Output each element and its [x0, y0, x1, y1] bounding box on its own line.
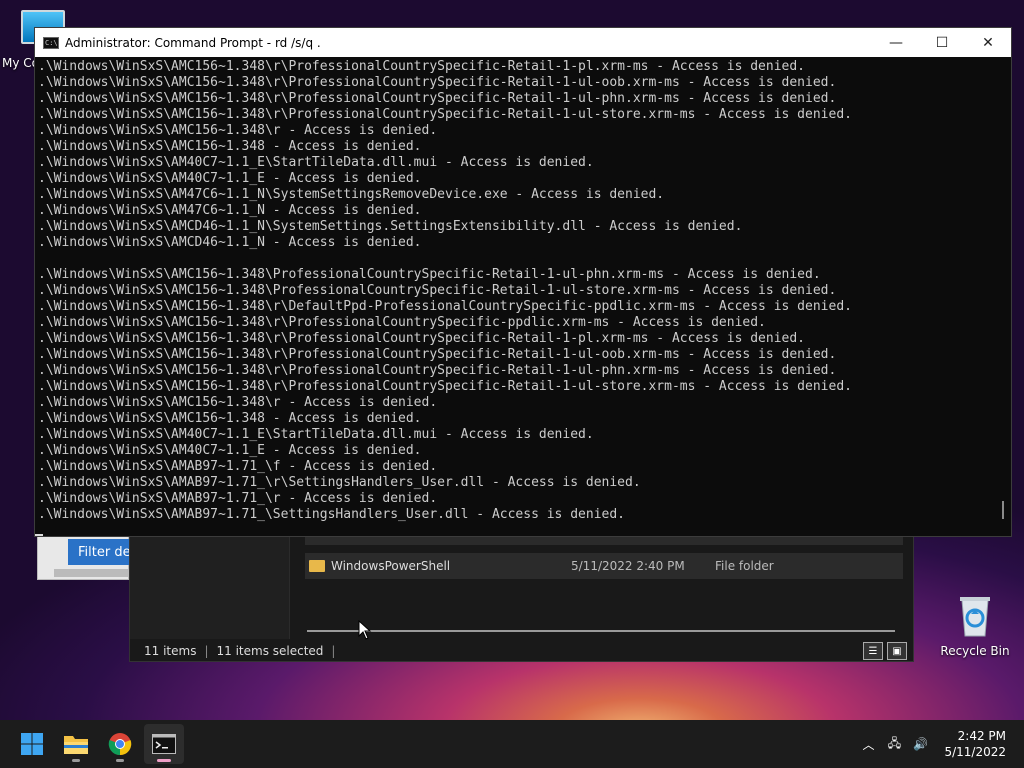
selected-count: 11 items selected — [216, 644, 324, 658]
chevron-up-icon[interactable]: ︿ — [856, 736, 880, 753]
file-date: 5/11/2022 2:40 PM — [571, 559, 685, 573]
item-count: 11 items — [144, 644, 197, 658]
text-cursor — [35, 534, 43, 536]
desktop-icon-label: Recycle Bin — [940, 644, 1010, 658]
console-line: .\Windows\WinSxS\AMC156~1.348\r\Professi… — [38, 363, 837, 378]
status-bar: 11 items | 11 items selected | — [130, 639, 913, 663]
network-icon[interactable]: 🖧 — [882, 734, 906, 755]
taskbar-file-explorer[interactable] — [56, 724, 96, 764]
running-indicator — [116, 759, 124, 762]
console-line: .\Windows\WinSxS\AMCD46~1.1_N - Access i… — [38, 235, 422, 250]
horizontal-scrollbar[interactable] — [307, 630, 895, 632]
console-line: .\Windows\WinSxS\AMC156~1.348 - Access i… — [38, 411, 422, 426]
command-prompt-window[interactable]: C:\ Administrator: Command Prompt - rd /… — [34, 27, 1012, 537]
minimize-button[interactable]: — — [873, 28, 919, 57]
console-line: .\Windows\WinSxS\AMC156~1.348\Profession… — [38, 267, 821, 282]
cmd-app-icon: C:\ — [43, 36, 59, 49]
close-button[interactable]: ✕ — [965, 28, 1011, 57]
mouse-pointer-icon — [358, 620, 372, 640]
taskbar-chrome[interactable] — [100, 724, 140, 764]
console-line: .\Windows\WinSxS\AM40C7~1.1_E - Access i… — [38, 171, 422, 186]
view-toggle: ☰ ▣ — [863, 642, 907, 660]
background-app-panel: Filter defi — [37, 530, 130, 580]
vertical-scrollbar[interactable] — [1002, 501, 1004, 519]
system-tray: ︿ 🖧 🔊 2:42 PM 5/11/2022 — [856, 720, 1024, 768]
file-type: File folder — [715, 559, 774, 573]
navigation-pane[interactable] — [130, 531, 290, 639]
console-line: .\Windows\WinSxS\AMC156~1.348\r\Professi… — [38, 347, 837, 362]
console-line: .\Windows\WinSxS\AMC156~1.348\r - Access… — [38, 395, 438, 410]
console-line: .\Windows\WinSxS\AMC156~1.348\Profession… — [38, 283, 837, 298]
status-separator: | — [204, 644, 209, 658]
file-explorer-window: WindowsPowerShell 5/11/2022 2:40 PM File… — [129, 530, 914, 662]
status-separator: | — [331, 644, 336, 658]
console-line: .\Windows\WinSxS\AM47C6~1.1_N - Access i… — [38, 203, 422, 218]
clock[interactable]: 2:42 PM 5/11/2022 — [944, 728, 1006, 760]
console-line: .\Windows\WinSxS\AMC156~1.348\r\Professi… — [38, 379, 852, 394]
console-line: .\Windows\WinSxS\AMAB97~1.71_\r\Settings… — [38, 475, 641, 490]
console-line: .\Windows\WinSxS\AMC156~1.348 - Access i… — [38, 139, 422, 154]
console-line: .\Windows\WinSxS\AMAB97~1.71_\f - Access… — [38, 459, 438, 474]
desktop-icon-recycle-bin[interactable]: Recycle Bin — [938, 594, 1012, 658]
console-output[interactable]: .\Windows\WinSxS\AMC156~1.348\r\Professi… — [35, 57, 997, 537]
console-line: .\Windows\WinSxS\AM40C7~1.1_E - Access i… — [38, 443, 422, 458]
console-line: .\Windows\WinSxS\AMC156~1.348\r\Professi… — [38, 75, 837, 90]
console-line: .\Windows\WinSxS\AMC156~1.348\r\Professi… — [38, 315, 766, 330]
large-icons-view-icon[interactable]: ▣ — [887, 642, 907, 660]
console-line: .\Windows\WinSxS\AMC156~1.348\r\Professi… — [38, 59, 806, 74]
console-line: .\Windows\WinSxS\AMAB97~1.71_\r - Access… — [38, 491, 438, 506]
console-line: .\Windows\WinSxS\AMC156~1.348\r - Access… — [38, 123, 438, 138]
clock-time: 2:42 PM — [957, 729, 1006, 743]
console-line: .\Windows\WinSxS\AMC156~1.348\r\DefaultP… — [38, 299, 852, 314]
volume-icon[interactable]: 🔊 — [908, 737, 932, 751]
console-line: .\Windows\WinSxS\AM47C6~1.1_N\SystemSett… — [38, 187, 665, 202]
taskbar: ︿ 🖧 🔊 2:42 PM 5/11/2022 — [0, 720, 1024, 768]
chrome-icon — [108, 733, 132, 756]
taskbar-command-prompt[interactable] — [144, 724, 184, 764]
running-indicator — [72, 759, 80, 762]
active-indicator — [157, 759, 171, 762]
filter-button[interactable]: Filter defi — [68, 539, 130, 565]
windows-logo-icon — [21, 733, 43, 755]
folder-icon — [309, 560, 325, 572]
maximize-button[interactable]: ☐ — [919, 28, 965, 57]
console-line: .\Windows\WinSxS\AM40C7~1.1_E\StartTileD… — [38, 155, 594, 170]
console-line: .\Windows\WinSxS\AMC156~1.348\r\Professi… — [38, 91, 837, 106]
title-bar[interactable]: C:\ Administrator: Command Prompt - rd /… — [35, 28, 1011, 57]
console-line: .\Windows\WinSxS\AMC156~1.348\r\Professi… — [38, 331, 806, 346]
details-view-icon[interactable]: ☰ — [863, 642, 883, 660]
console-line: .\Windows\WinSxS\AMCD46~1.1_N\SystemSett… — [38, 219, 743, 234]
horizontal-scrollbar[interactable] — [54, 569, 130, 577]
window-title: Administrator: Command Prompt - rd /s/q … — [65, 35, 321, 50]
file-name: WindowsPowerShell — [331, 559, 451, 573]
console-line: .\Windows\WinSxS\AMAB97~1.71_\SettingsHa… — [38, 507, 625, 522]
console-line: .\Windows\WinSxS\AM40C7~1.1_E\StartTileD… — [38, 427, 594, 442]
file-row[interactable]: WindowsPowerShell 5/11/2022 2:40 PM File… — [305, 553, 903, 579]
console-line: .\Windows\WinSxS\AMC156~1.348\r\Professi… — [38, 107, 852, 122]
terminal-icon — [152, 734, 176, 754]
recycle-bin-icon — [960, 597, 990, 637]
clock-date: 5/11/2022 — [944, 745, 1006, 759]
start-button[interactable] — [12, 724, 52, 764]
folder-icon — [64, 736, 88, 754]
